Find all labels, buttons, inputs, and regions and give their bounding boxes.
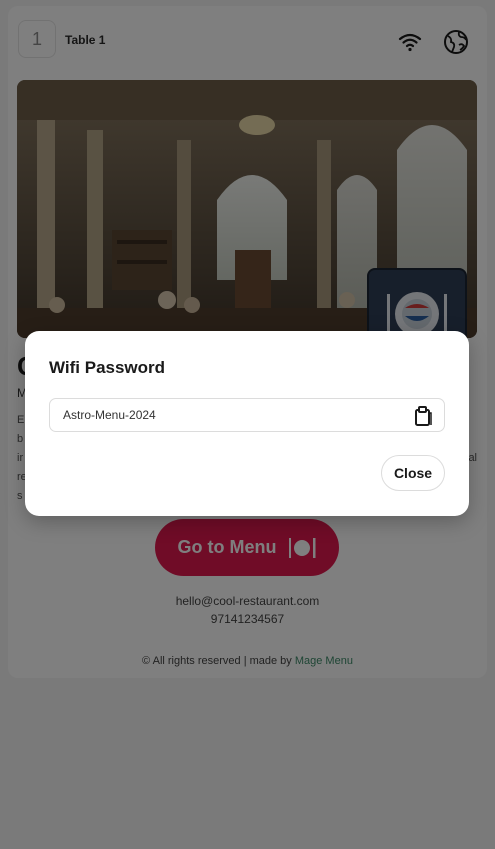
wifi-password-field[interactable]: Astro-Menu-2024 <box>49 398 445 432</box>
wifi-password-modal: Wifi Password Astro-Menu-2024 Close <box>25 331 469 516</box>
close-button[interactable]: Close <box>381 455 445 491</box>
wifi-password-value: Astro-Menu-2024 <box>63 408 156 422</box>
copy-icon <box>415 406 432 426</box>
modal-title: Wifi Password <box>49 358 166 377</box>
copy-password-button[interactable] <box>412 405 434 427</box>
